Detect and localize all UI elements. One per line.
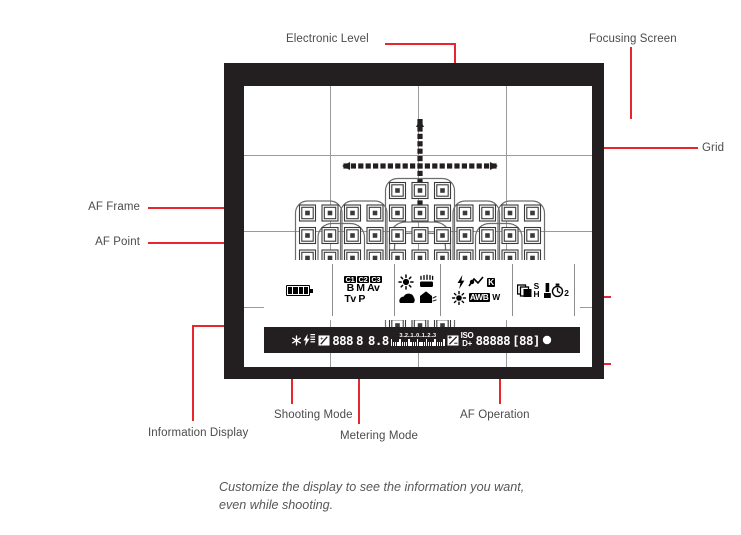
white-balance-icons — [398, 274, 437, 303]
callout-label-electronic-level: Electronic Level — [286, 33, 369, 45]
information-display: C1 C2 C3 B M Av Tv P K AWB W S H 2 — [264, 260, 580, 320]
self-timer-icon — [551, 283, 564, 298]
callout-label-metering-mode: Metering Mode — [340, 430, 419, 442]
viewfinder-lcd-strip: + 888 8 8.8 3..2..1..0..1..2..3 ISO D+ 8… — [264, 327, 580, 353]
af-point — [343, 226, 362, 245]
remote-icon — [544, 283, 551, 298]
leader-info-display-v — [192, 325, 194, 421]
af-point — [388, 181, 407, 200]
af-point — [411, 226, 429, 245]
drive-mode-group: S H 2 — [517, 282, 569, 298]
af-point — [433, 181, 452, 200]
cloudy-icon — [399, 293, 415, 303]
af-point — [478, 226, 497, 245]
af-point — [366, 226, 384, 245]
iso-dplus-label: D+ — [462, 339, 472, 348]
focus-confirmation-dot — [542, 335, 552, 345]
caption-line-1: Customize the display to see the informa… — [219, 480, 525, 494]
af-point — [388, 226, 407, 245]
info-segment-shooting-mode[interactable]: C1 C2 C3 B M Av Tv P — [332, 260, 394, 320]
fluorescent-icon — [420, 274, 434, 287]
af-point — [298, 226, 317, 245]
caption: Customize the display to see the informa… — [219, 478, 639, 515]
callout-label-information-display: Information Display — [148, 427, 249, 439]
shade-icon — [420, 291, 437, 303]
exposure-scale-ticks — [390, 339, 445, 347]
flash-exposure-comp-icon: + — [318, 334, 330, 346]
af-point — [343, 204, 362, 222]
callout-label-focusing-screen: Focusing Screen — [589, 33, 677, 45]
af-point — [501, 226, 519, 245]
mode-tv: Tv — [344, 292, 356, 305]
svg-text:+: + — [320, 335, 324, 341]
info-segment-af-operation[interactable]: ONE SHOT MAI FOCUS AI SERVO — [574, 260, 592, 320]
daylight-icon — [398, 274, 414, 290]
lcd-shots-remaining: [88] — [512, 332, 540, 348]
af-point — [411, 181, 429, 200]
flash-ready-icon — [303, 334, 316, 346]
wb-second-group: K AWB W — [452, 275, 500, 305]
lcd-shutter-speed: 888 — [332, 332, 353, 348]
af-point — [523, 226, 542, 245]
wb-w-label: W — [492, 292, 500, 303]
af-point — [478, 204, 497, 222]
info-segment-battery — [264, 260, 332, 320]
tungsten-icon — [468, 276, 484, 287]
ae-lock-icon — [292, 334, 302, 346]
caption-line-2: even while shooting. — [219, 498, 334, 513]
diagram-stage: Electronic Level Focusing Screen Grid AF… — [0, 0, 741, 535]
info-segment-white-balance-1[interactable] — [394, 260, 440, 320]
callout-label-af-frame: AF Frame — [88, 201, 140, 213]
af-point — [456, 226, 474, 245]
iso-labels: ISO D+ — [461, 332, 474, 347]
mode-p: P — [358, 292, 365, 305]
callout-label-af-operation: AF Operation — [460, 409, 530, 421]
exposure-compensation-icon — [447, 334, 459, 346]
mode-av: Av — [367, 282, 380, 295]
lcd-aperture-prefix: 8 — [355, 332, 364, 348]
flash-icon — [457, 275, 465, 290]
af-point — [321, 204, 339, 222]
info-segment-white-balance-2[interactable]: K AWB W — [440, 260, 512, 320]
af-point — [456, 204, 474, 222]
info-segment-drive-mode[interactable]: S H 2 — [512, 260, 574, 320]
af-point-array — [294, 177, 546, 339]
callout-label-grid: Grid — [702, 142, 725, 154]
shooting-mode-row-3: Tv P — [344, 294, 365, 305]
af-point — [388, 204, 407, 222]
af-point — [501, 204, 519, 222]
af-point — [298, 204, 317, 222]
af-point — [366, 204, 384, 222]
wb-kelvin-label: K — [486, 276, 496, 287]
shooting-mode-icons: C1 C2 C3 B M Av Tv P — [344, 275, 382, 305]
focusing-screen: C1 C2 C3 B M Av Tv P K AWB W S H 2 + 888… — [244, 86, 592, 367]
white-balance-sun-icon — [452, 290, 467, 305]
af-point — [433, 204, 452, 222]
af-point — [433, 226, 452, 245]
lcd-readout: + 888 8 8.8 3..2..1..0..1..2..3 ISO D+ 8… — [292, 332, 552, 348]
viewfinder-body: C1 C2 C3 B M Av Tv P K AWB W S H 2 + 888… — [224, 63, 604, 379]
battery-indicator — [286, 284, 313, 296]
self-timer-seconds: 2 — [564, 288, 569, 298]
wb-awb-label: AWB — [468, 292, 490, 303]
exposure-level-scale: 3..2..1..0..1..2..3 — [390, 333, 445, 347]
af-point — [523, 204, 542, 222]
wb-row-2: AWB W — [452, 290, 500, 305]
af-point — [411, 204, 429, 222]
af-point — [321, 226, 339, 245]
leader-electronic-level-h — [385, 43, 455, 45]
continuous-drive: S H — [517, 282, 539, 298]
lcd-aperture: 8.8 — [367, 332, 389, 348]
callout-label-af-point: AF Point — [95, 236, 140, 248]
callout-label-shooting-mode: Shooting Mode — [274, 409, 353, 421]
drive-speed-h: H — [533, 289, 540, 300]
drive-speed-labels: S H — [533, 282, 539, 298]
self-timer-group: 2 — [544, 283, 569, 298]
continuous-icon — [517, 284, 532, 297]
wb-row-1: K — [457, 275, 496, 290]
leader-focusing-screen — [630, 47, 632, 119]
lcd-iso-value: 88888 — [475, 332, 511, 348]
